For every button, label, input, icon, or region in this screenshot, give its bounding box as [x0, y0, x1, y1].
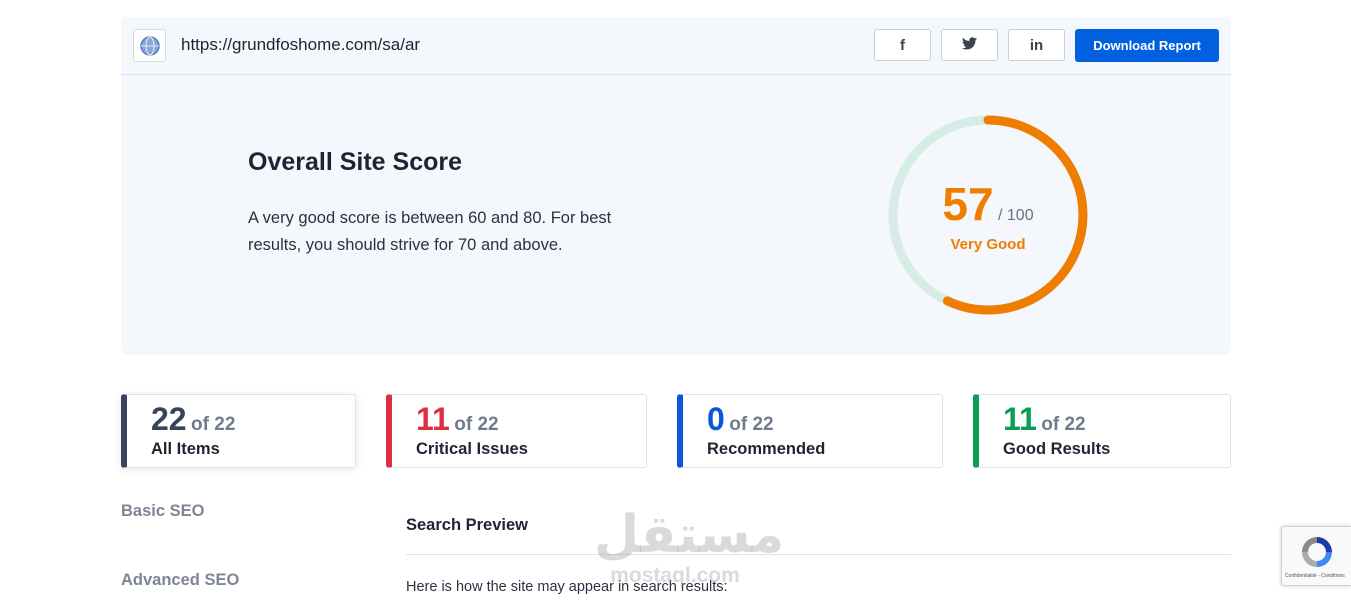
- download-report-button[interactable]: Download Report: [1075, 29, 1219, 62]
- stat-number: 11: [1003, 401, 1037, 437]
- stat-label: Recommended: [707, 440, 826, 458]
- stat-total: of 22: [191, 414, 236, 435]
- stat-label: All Items: [151, 440, 220, 458]
- watermark-arabic: مستقل: [594, 505, 785, 565]
- score-card: https://grundfoshome.com/sa/ar f in Down…: [121, 17, 1231, 355]
- score-value: 57: [942, 178, 994, 230]
- linkedin-icon: in: [1029, 36, 1044, 54]
- stat-total: of 22: [1041, 414, 1086, 435]
- stat-all-items[interactable]: 22 of 22 All Items: [121, 394, 356, 468]
- twitter-share-button[interactable]: [941, 29, 998, 61]
- site-url: https://grundfoshome.com/sa/ar: [181, 35, 421, 54]
- stat-critical-issues[interactable]: 11 of 22 Critical Issues: [386, 394, 647, 468]
- score-rating: Very Good: [950, 236, 1026, 253]
- section-title: Search Preview: [406, 516, 528, 534]
- stat-number: 11: [416, 401, 450, 437]
- twitter-icon: [962, 36, 977, 54]
- facebook-share-button[interactable]: f: [874, 29, 931, 61]
- divider: [406, 554, 1231, 555]
- stat-label: Critical Issues: [416, 440, 528, 458]
- stat-count: 22 of 22: [151, 401, 235, 438]
- watermark-logo: مستقل mostaql.com: [594, 505, 785, 587]
- recaptcha-footer[interactable]: Confidentialité - Conditions: [1285, 573, 1345, 579]
- stat-number: 22: [151, 401, 187, 437]
- stat-count: 11 of 22: [416, 401, 499, 438]
- recaptcha-icon: [1302, 537, 1332, 567]
- gauge-score: 57 / 100: [887, 177, 1089, 231]
- stat-number: 0: [707, 401, 725, 437]
- section-description: Here is how the site may appear in searc…: [406, 579, 728, 595]
- sidebar-item-basic-seo[interactable]: Basic SEO: [121, 502, 204, 521]
- score-title: Overall Site Score: [248, 148, 463, 176]
- stat-count: 0 of 22: [707, 401, 774, 438]
- stat-count: 11 of 22: [1003, 401, 1086, 438]
- score-description: A very good score is between 60 and 80. …: [248, 209, 612, 254]
- facebook-icon: f: [900, 36, 905, 54]
- stat-recommended[interactable]: 0 of 22 Recommended: [677, 394, 943, 468]
- globe-icon: [133, 29, 166, 62]
- stat-good-results[interactable]: 11 of 22 Good Results: [973, 394, 1231, 468]
- stat-label: Good Results: [1003, 440, 1111, 458]
- report-header: https://grundfoshome.com/sa/ar f in Down…: [121, 17, 1231, 75]
- recaptcha-badge[interactable]: Confidentialité - Conditions: [1281, 526, 1351, 586]
- stat-total: of 22: [729, 414, 774, 435]
- stat-total: of 22: [454, 414, 499, 435]
- score-max: / 100: [998, 207, 1034, 224]
- sidebar-item-advanced-seo[interactable]: Advanced SEO: [121, 571, 239, 590]
- linkedin-share-button[interactable]: in: [1008, 29, 1065, 61]
